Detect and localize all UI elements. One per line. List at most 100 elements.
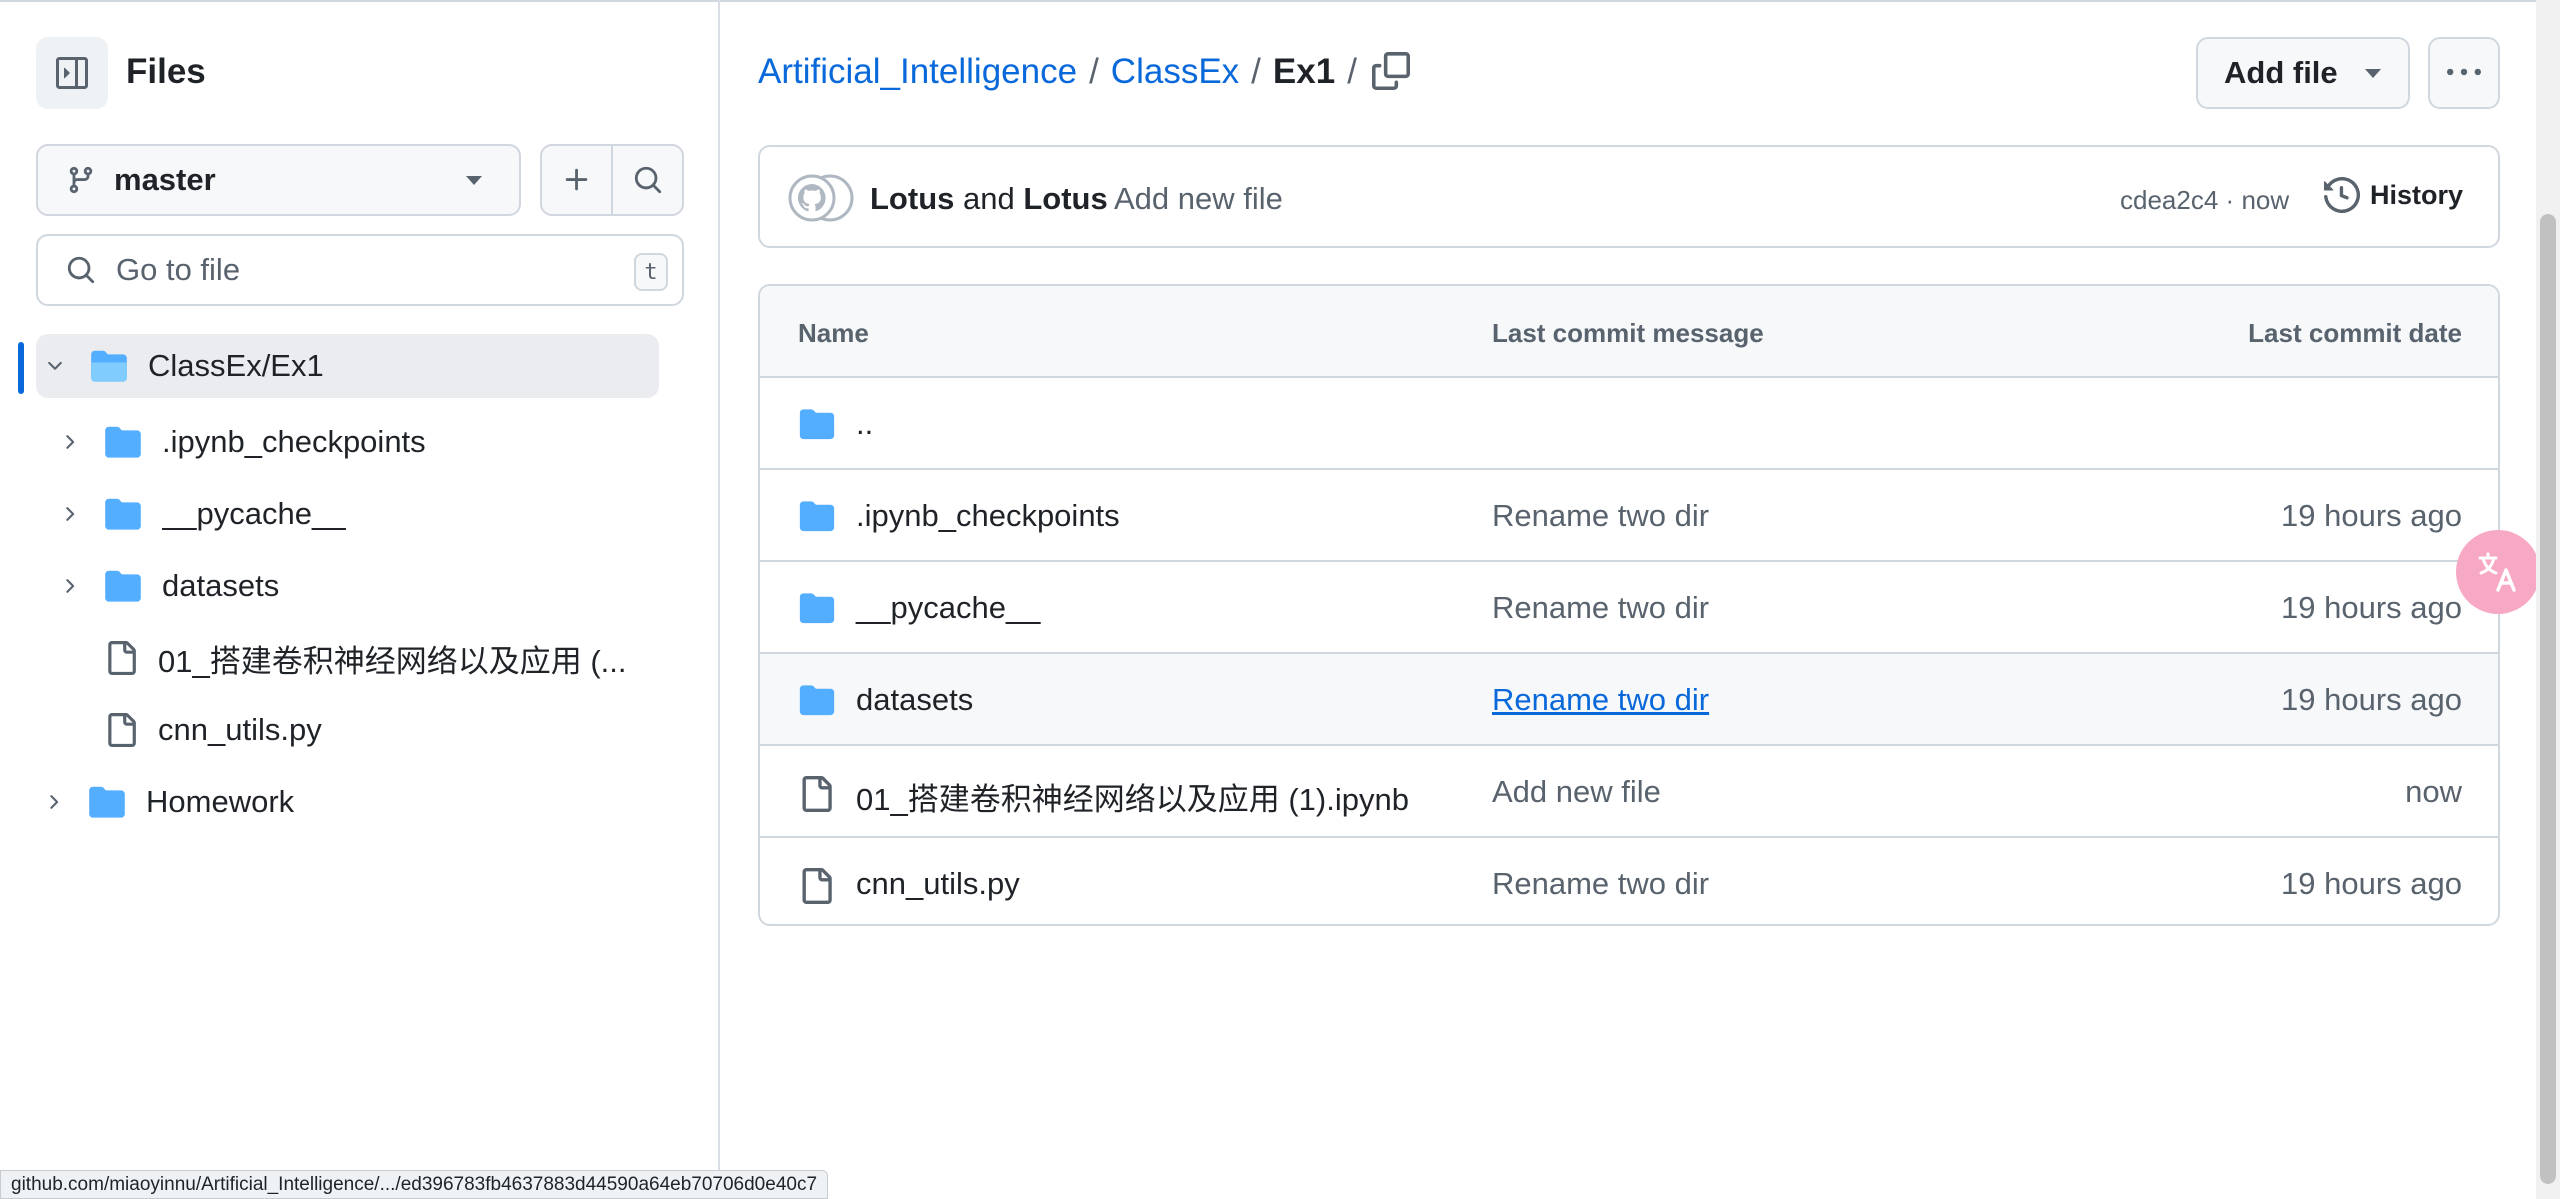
commit-meta: cdea2c4 · now — [2120, 185, 2289, 216]
tree-item-label: 01_搭建卷积神经网络以及应用 (... — [158, 643, 627, 679]
commit-date: 19 hours ago — [2281, 498, 2462, 533]
file-name-link[interactable]: 01_搭建卷积神经网络以及应用 (1).ipynb — [856, 774, 1409, 819]
tree-item-datasets[interactable]: datasets — [54, 554, 674, 618]
link-status-bar: github.com/miaoyinnu/Artificial_Intellig… — [0, 1170, 829, 1199]
add-file-button[interactable]: Add file — [2196, 37, 2410, 109]
search-icon — [67, 256, 95, 284]
folder-open-icon — [90, 349, 128, 383]
parent-dir-link[interactable]: .. — [856, 406, 873, 442]
tree-item-label: .ipynb_checkpoints — [162, 424, 426, 459]
file-table: Name Last commit message Last commit dat… — [758, 284, 2500, 926]
breadcrumb-separator: / — [1347, 52, 1357, 91]
breadcrumb-current: Ex1 — [1272, 52, 1336, 91]
commit-author-link[interactable]: Lotus — [1023, 181, 1107, 216]
caret-down-icon — [2365, 69, 2381, 78]
add-file-button-small[interactable] — [542, 146, 611, 214]
folder-icon — [798, 684, 836, 716]
commit-author-conj: and — [963, 181, 1015, 216]
branch-name: master — [114, 162, 216, 197]
breadcrumb-repo-link[interactable]: Artificial_Intelligence — [758, 52, 1077, 92]
chevron-right-icon[interactable] — [38, 791, 68, 813]
chevron-right-icon[interactable] — [54, 431, 84, 453]
tree-item-homework[interactable]: Homework — [38, 770, 668, 834]
table-row[interactable]: .. — [760, 378, 2498, 470]
column-header-date: Last commit date — [2248, 318, 2462, 348]
commit-hash-link[interactable]: cdea2c4 — [2120, 185, 2218, 215]
commit-message-link[interactable]: Rename two dir — [1492, 682, 1709, 718]
more-options-button[interactable] — [2428, 37, 2500, 109]
page-scrollbar[interactable] — [2536, 0, 2560, 1199]
history-label: History — [2370, 179, 2464, 210]
copy-path-button[interactable] — [1372, 52, 1414, 94]
file-name-link[interactable]: __pycache__ — [856, 590, 1040, 626]
commit-date: 19 hours ago — [2281, 866, 2462, 901]
tree-item-label: Homework — [146, 784, 295, 819]
tree-item-label: __pycache__ — [162, 496, 347, 531]
commit-authors: Lotus and Lotus — [870, 181, 1108, 217]
tree-item-label: ClassEx/Ex1 — [148, 348, 324, 383]
avatar-icon — [788, 174, 854, 222]
table-row[interactable]: __pycache__ Rename two dir 19 hours ago — [760, 562, 2498, 654]
tree-item-ipynb-file[interactable]: 01_搭建卷积神经网络以及应用 (... — [54, 626, 674, 690]
folder-icon — [798, 500, 836, 532]
file-name-link[interactable]: cnn_utils.py — [856, 866, 1020, 902]
column-header-name: Name — [798, 318, 869, 348]
folder-icon — [104, 425, 142, 459]
tree-item-cnn-utils[interactable]: cnn_utils.py — [54, 698, 674, 762]
chevron-right-icon[interactable] — [54, 575, 84, 597]
tree-item-label: datasets — [162, 568, 280, 603]
table-row[interactable]: .ipynb_checkpoints Rename two dir 19 hou… — [760, 470, 2498, 562]
column-header-message: Last commit message — [1492, 318, 1764, 348]
file-name-link[interactable]: .ipynb_checkpoints — [856, 498, 1120, 534]
file-icon — [104, 640, 138, 676]
folder-icon — [88, 785, 126, 819]
sidebar-title: Files — [126, 52, 206, 91]
breadcrumb: Artificial_Intelligence / ClassEx / Ex1 … — [758, 52, 1369, 92]
sidebar-collapse-icon — [56, 57, 88, 89]
add-file-label: Add file — [2224, 55, 2338, 90]
search-icon — [634, 166, 661, 194]
go-to-file-input[interactable]: Go to file t — [36, 234, 684, 306]
commit-author-link[interactable]: Lotus — [870, 181, 954, 216]
commit-date: 19 hours ago — [2281, 682, 2462, 717]
commit-date: now — [2405, 774, 2462, 809]
file-name-link[interactable]: datasets — [856, 682, 973, 718]
branch-selector[interactable]: master — [36, 144, 521, 216]
collapse-sidebar-button[interactable] — [36, 37, 108, 109]
latest-commit-box: Lotus and Lotus Add new file cdea2c4 · n… — [758, 145, 2500, 248]
translate-button[interactable] — [2456, 530, 2540, 614]
search-files-button[interactable] — [611, 146, 682, 214]
table-row[interactable]: datasets Rename two dir 19 hours ago — [760, 654, 2498, 746]
copy-icon — [1372, 52, 1410, 90]
active-indicator — [18, 342, 24, 394]
folder-icon — [798, 408, 836, 440]
commit-message-link[interactable]: Rename two dir — [1492, 498, 1709, 534]
caret-down-icon — [466, 176, 482, 185]
file-tree-sidebar: Files master Go to file t ClassEx/Ex1 .i… — [0, 0, 720, 1199]
author-avatars[interactable] — [786, 173, 856, 223]
keyboard-shortcut-hint: t — [634, 253, 668, 291]
kebab-horizontal-icon — [2447, 68, 2481, 76]
scrollbar-thumb[interactable] — [2540, 214, 2556, 1184]
tree-item-ipynb-checkpoints[interactable]: .ipynb_checkpoints — [54, 410, 674, 474]
folder-icon — [798, 592, 836, 624]
commit-message-link[interactable]: Add new file — [1114, 181, 1283, 217]
commit-meta-dot: · — [2225, 185, 2235, 215]
chevron-right-icon[interactable] — [54, 503, 84, 525]
table-row[interactable]: 01_搭建卷积神经网络以及应用 (1).ipynb Add new file n… — [760, 746, 2498, 838]
table-header: Name Last commit message Last commit dat… — [760, 286, 2498, 378]
history-button[interactable]: History — [2324, 177, 2463, 213]
tree-item-pycache[interactable]: __pycache__ — [54, 482, 674, 546]
commit-date: 19 hours ago — [2281, 590, 2462, 625]
file-icon — [798, 868, 834, 904]
commit-message-link[interactable]: Rename two dir — [1492, 866, 1709, 902]
table-row[interactable]: cnn_utils.py Rename two dir 19 hours ago — [760, 838, 2498, 924]
file-icon — [104, 712, 138, 748]
commit-message-link[interactable]: Add new file — [1492, 774, 1661, 810]
tree-item-classex-ex1[interactable]: ClassEx/Ex1 — [36, 334, 659, 398]
breadcrumb-folder-link[interactable]: ClassEx — [1111, 52, 1239, 92]
chevron-down-icon[interactable] — [40, 355, 70, 377]
breadcrumb-separator: / — [1089, 52, 1099, 91]
commit-message-link[interactable]: Rename two dir — [1492, 590, 1709, 626]
translate-icon — [2478, 552, 2516, 592]
